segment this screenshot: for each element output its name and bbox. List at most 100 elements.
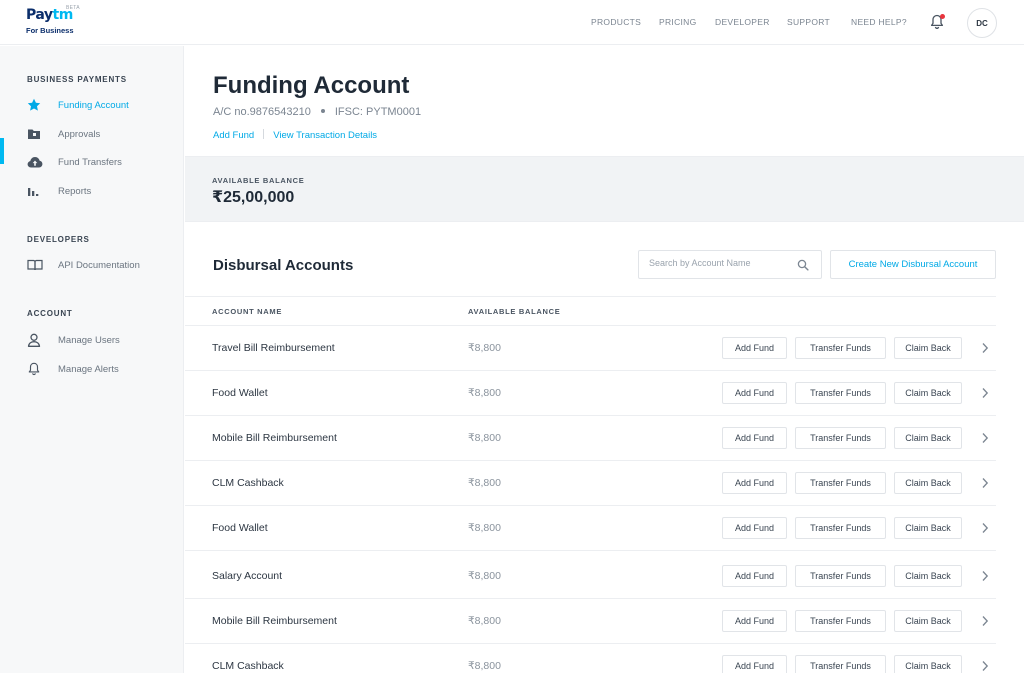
chevron-right-icon[interactable] <box>980 477 990 489</box>
chevron-right-icon[interactable] <box>980 522 990 534</box>
add-fund-button[interactable]: Add Fund <box>722 337 787 359</box>
sidebar-item-fund-transfers[interactable]: Fund Transfers <box>27 153 177 171</box>
book-icon <box>27 258 44 272</box>
active-indicator <box>0 138 4 164</box>
table-row[interactable]: CLM Cashback ₹8,800 Add Fund Transfer Funds… <box>185 644 996 673</box>
sidebar-item-label: Manage Users <box>58 334 120 346</box>
table-row[interactable]: CLM Cashback ₹8,800 Add Fund Transfer Funds… <box>185 461 996 506</box>
add-fund-button[interactable]: Add Fund <box>722 610 787 632</box>
nav-developer[interactable]: DEVELOPER <box>715 17 770 27</box>
sidebar-item-reports[interactable]: Reports <box>27 182 177 200</box>
sidebar-item-api-documentation[interactable]: API Documentation <box>27 256 177 274</box>
sidebar-item-label: Manage Alerts <box>58 363 119 375</box>
link-divider <box>263 129 265 139</box>
claim-back-button[interactable]: Claim Back <box>894 655 962 673</box>
nav-support[interactable]: SUPPORT <box>787 17 830 27</box>
add-fund-button[interactable]: Add Fund <box>722 472 787 494</box>
sidebar-item-label: API Documentation <box>58 259 140 271</box>
chevron-right-icon[interactable] <box>980 570 990 582</box>
account-name: Salary Account <box>212 570 283 582</box>
ifsc-code: IFSC: PYTM0001 <box>334 106 422 118</box>
nav-products[interactable]: PRODUCTS <box>591 17 641 27</box>
transfer-funds-button[interactable]: Transfer Funds <box>795 565 886 587</box>
cloud-upload-icon <box>27 155 44 169</box>
account-balance: ₹8,800 <box>468 660 501 672</box>
folder-icon <box>27 127 44 141</box>
create-new-disbursal-account-button[interactable]: Create New Disbursal Account <box>830 250 996 279</box>
paytm-logo[interactable]: Paytm BETA For Business <box>26 5 86 37</box>
star-icon <box>27 98 44 112</box>
account-balance: ₹8,800 <box>468 570 501 582</box>
account-name: CLM Cashback <box>212 660 284 672</box>
search-icon[interactable] <box>797 259 809 271</box>
section-title-business-payments: BUSINESS PAYMENTS <box>27 75 127 84</box>
sidebar-item-manage-users[interactable]: Manage Users <box>27 331 177 349</box>
transfer-funds-button[interactable]: Transfer Funds <box>795 382 886 404</box>
search-box <box>638 250 822 279</box>
page-title: Funding Account <box>213 72 410 99</box>
sidebar-item-label: Funding Account <box>58 99 129 111</box>
claim-back-button[interactable]: Claim Back <box>894 382 962 404</box>
avatar[interactable]: DC <box>967 8 997 38</box>
transfer-funds-button[interactable]: Transfer Funds <box>795 610 886 632</box>
add-fund-button[interactable]: Add Fund <box>722 427 787 449</box>
transfer-funds-button[interactable]: Transfer Funds <box>795 472 886 494</box>
account-balance: ₹8,800 <box>468 342 501 354</box>
add-fund-button[interactable]: Add Fund <box>722 565 787 587</box>
claim-back-button[interactable]: Claim Back <box>894 427 962 449</box>
logo-beta-tag: BETA <box>66 5 80 11</box>
account-balance: ₹8,800 <box>468 432 501 444</box>
claim-back-button[interactable]: Claim Back <box>894 337 962 359</box>
add-fund-link[interactable]: Add Fund <box>213 130 254 141</box>
sidebar: BUSINESS PAYMENTS Funding Account Approv… <box>0 46 184 673</box>
add-fund-button[interactable]: Add Fund <box>722 382 787 404</box>
add-fund-button[interactable]: Add Fund <box>722 655 787 673</box>
user-icon <box>27 333 44 347</box>
chevron-right-icon[interactable] <box>980 660 990 672</box>
table-row[interactable]: Food Wallet ₹8,800 Add Fund Transfer Funds C… <box>185 506 996 551</box>
table-row[interactable]: Mobile Bill Reimbursement ₹8,800 Add Fund T… <box>185 599 996 644</box>
sidebar-item-approvals[interactable]: Approvals <box>27 125 177 143</box>
account-balance: ₹8,800 <box>468 615 501 627</box>
chevron-right-icon[interactable] <box>980 432 990 444</box>
claim-back-button[interactable]: Claim Back <box>894 610 962 632</box>
account-info: A/C no.9876543210 IFSC: PYTM0001 <box>213 106 421 118</box>
account-name: Travel Bill Reimbursement <box>212 342 335 354</box>
claim-back-button[interactable]: Claim Back <box>894 517 962 539</box>
chevron-right-icon[interactable] <box>980 615 990 627</box>
claim-back-button[interactable]: Claim Back <box>894 565 962 587</box>
search-input[interactable] <box>649 258 794 268</box>
nav-need-help[interactable]: NEED HELP? <box>851 17 907 27</box>
view-transaction-details-link[interactable]: View Transaction Details <box>273 130 377 141</box>
sidebar-item-label: Reports <box>58 185 92 197</box>
balance-label: AVAILABLE BALANCE <box>212 176 305 185</box>
transfer-funds-button[interactable]: Transfer Funds <box>795 517 886 539</box>
column-header-available-balance: AVAILABLE BALANCE <box>468 307 561 316</box>
section-title-developers: DEVELOPERS <box>27 235 90 244</box>
balance-value: ₹25,00,000 <box>212 189 295 206</box>
table-row[interactable]: Mobile Bill Reimbursement ₹8,800 Add Fund T… <box>185 416 996 461</box>
transfer-funds-button[interactable]: Transfer Funds <box>795 427 886 449</box>
account-number: A/C no.9876543210 <box>213 106 311 118</box>
chevron-right-icon[interactable] <box>980 387 990 399</box>
claim-back-button[interactable]: Claim Back <box>894 472 962 494</box>
table-row[interactable]: Food Wallet ₹8,800 Add Fund Transfer Funds C… <box>185 371 996 416</box>
account-balance: ₹8,800 <box>468 387 501 399</box>
add-fund-button[interactable]: Add Fund <box>722 517 787 539</box>
top-bar: Paytm BETA For Business PRODUCTS PRICING… <box>0 0 1024 45</box>
account-balance: ₹8,800 <box>468 477 501 489</box>
table-row[interactable]: Salary Account ₹8,800 Add Fund Transfer Fun… <box>185 554 996 599</box>
table-header: ACCOUNT NAME AVAILABLE BALANCE <box>185 296 996 326</box>
sidebar-item-funding-account[interactable]: Funding Account <box>27 96 177 114</box>
logo-pay: Pay <box>26 7 53 23</box>
transfer-funds-button[interactable]: Transfer Funds <box>795 655 886 673</box>
sidebar-item-manage-alerts[interactable]: Manage Alerts <box>27 360 177 378</box>
transfer-funds-button[interactable]: Transfer Funds <box>795 337 886 359</box>
table-row[interactable]: Travel Bill Reimbursement ₹8,800 Add Fund T… <box>185 326 996 371</box>
nav-pricing[interactable]: PRICING <box>659 17 697 27</box>
chevron-right-icon[interactable] <box>980 342 990 354</box>
account-name: Mobile Bill Reimbursement <box>212 615 337 627</box>
bell-icon <box>27 362 44 376</box>
notification-dot <box>940 14 945 19</box>
sidebar-item-label: Approvals <box>58 128 101 140</box>
